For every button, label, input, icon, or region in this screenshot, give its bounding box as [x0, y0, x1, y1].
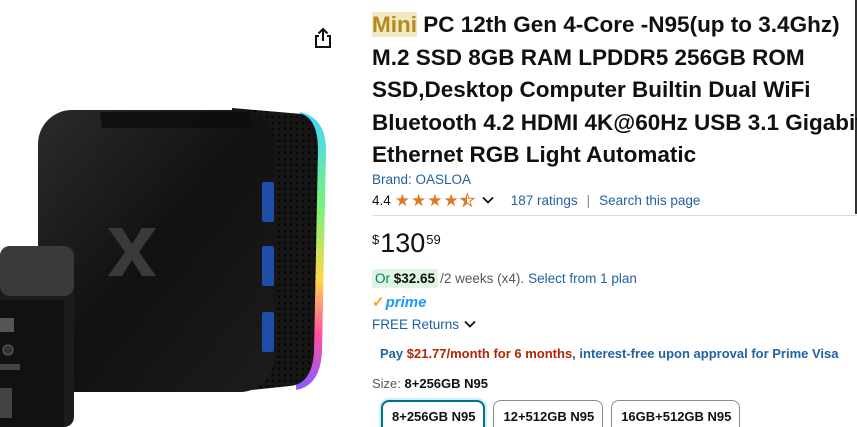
prime-badge: ✓ prime — [372, 292, 426, 312]
prime-check-icon: ✓ — [372, 294, 385, 311]
product-image-pane — [0, 0, 352, 427]
product-details: Mini PC 12th Gen 4-Core -N95(up to 3.4Gh… — [372, 0, 857, 427]
title-highlight: Mini — [372, 12, 417, 37]
product-title: Mini PC 12th Gen 4-Core -N95(up to 3.4Gh… — [372, 9, 857, 172]
chevron-down-icon[interactable] — [481, 193, 495, 207]
size-options: 8+256GB N95 12+512GB N95 16GB+512GB N95 — [381, 400, 748, 427]
monthly-pay-label: Pay — [380, 346, 407, 361]
select-plan-link[interactable]: Select from 1 plan — [528, 271, 637, 286]
share-icon — [315, 27, 331, 48]
price-whole: 130 — [380, 228, 426, 258]
size-selected-value: 8+256GB N95 — [404, 376, 488, 391]
star-icon: ★ — [443, 190, 459, 210]
price: $ 130 59 — [372, 228, 441, 258]
installment-terms: /2 weeks (x4). — [440, 270, 525, 286]
monthly-terms: , interest-free upon approval for Prime … — [572, 346, 839, 361]
share-button[interactable] — [311, 26, 335, 50]
title-line-1: Mini PC 12th Gen 4-Core -N95(up to 3.4Gh… — [372, 9, 857, 42]
separator: | — [586, 192, 591, 208]
star-icon: ★ — [411, 190, 427, 210]
installment-badge: Or $32.65 — [372, 268, 439, 288]
chevron-down-icon — [464, 320, 476, 328]
star-rating[interactable]: ★ ★ ★ ★ ★★ — [394, 190, 476, 210]
monthly-payment-offer[interactable]: Pay $21.77/month for 6 months, interest-… — [380, 346, 839, 361]
rating-value: 4.4 — [372, 192, 391, 208]
price-fraction: 59 — [426, 232, 441, 247]
rating-row: 4.4 ★ ★ ★ ★ ★★ 187 ratings | Search this… — [372, 191, 700, 209]
title-line-5: Ethernet RGB Light Automatic — [372, 142, 697, 167]
prime-label: prime — [385, 293, 427, 311]
half-star-icon: ★★ — [459, 190, 476, 210]
divider — [372, 215, 857, 216]
title-line-1-rest: PC 12th Gen 4-Core -N95(up to 3.4Ghz) — [417, 12, 840, 37]
free-returns-label: FREE Returns — [372, 316, 460, 332]
installment-offer: Or $32.65 /2 weeks (x4). Select from 1 p… — [372, 268, 637, 288]
installment-amount: $32.65 — [393, 270, 436, 286]
title-line-4: Bluetooth 4.2 HDMI 4K@60Hz USB 3.1 Gigab… — [372, 109, 857, 135]
star-icon: ★ — [394, 190, 411, 210]
brand-link[interactable]: Brand: OASLOA — [372, 172, 471, 187]
size-option-16-512[interactable]: 16GB+512GB N95 — [611, 400, 741, 427]
size-label-text: Size: — [372, 376, 405, 391]
title-line-3: SSD,Desktop Computer Builtin Dual WiFi — [372, 77, 811, 102]
size-label: Size: 8+256GB N95 — [372, 376, 488, 391]
price-symbol: $ — [372, 232, 380, 247]
product-image[interactable] — [0, 0, 352, 427]
ratings-count-link[interactable]: 187 ratings — [511, 193, 578, 208]
size-option-12-512[interactable]: 12+512GB N95 — [493, 400, 604, 427]
free-returns-dropdown[interactable]: FREE Returns — [372, 315, 491, 333]
or-label: Or — [375, 270, 390, 286]
star-icon: ★ — [427, 190, 443, 210]
size-option-8-256[interactable]: 8+256GB N95 — [381, 400, 486, 427]
title-line-2: M.2 SSD 8GB RAM LPDDR5 256GB ROM — [372, 44, 805, 70]
monthly-amount: $21.77/month for 6 months — [406, 346, 573, 361]
search-this-page-link[interactable]: Search this page — [599, 193, 700, 208]
